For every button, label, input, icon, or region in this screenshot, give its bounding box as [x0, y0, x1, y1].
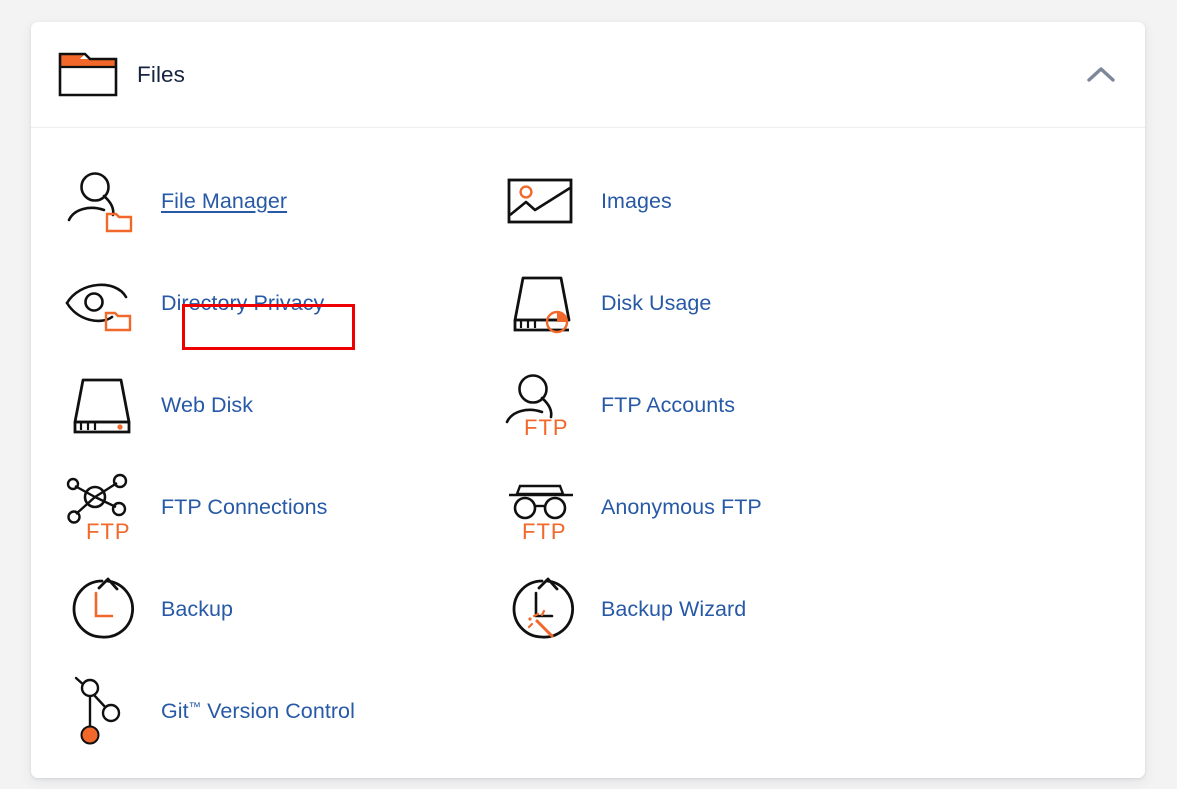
git-label-suffix: Version Control	[201, 698, 355, 723]
git-branch-icon	[74, 676, 121, 745]
files-panel-card: Files File Manager Images Directory Priv…	[31, 22, 1145, 778]
feature-link-file-manager[interactable]: File Manager	[64, 150, 504, 252]
disguise-ftp-icon: FTP	[509, 484, 573, 544]
feature-link-directory-privacy[interactable]: Directory Privacy	[64, 252, 504, 354]
feature-label: FTP Accounts	[601, 392, 736, 417]
feature-link-anonymous-ftp[interactable]: FTP Anonymous FTP	[504, 456, 944, 558]
folder-icon	[58, 52, 118, 96]
feature-link-ftp-connections[interactable]: FTP FTP Connections	[64, 456, 504, 558]
feature-link-images[interactable]: Images	[504, 150, 944, 252]
disk-pie-icon	[513, 276, 571, 334]
feature-label: Images	[601, 188, 672, 213]
feature-link-git-version-control[interactable]: Git™ Version Control	[64, 660, 504, 762]
feature-link-disk-usage[interactable]: Disk Usage	[504, 252, 944, 354]
network-ftp-icon: FTP	[66, 473, 131, 544]
git-label-prefix: Git	[161, 698, 189, 723]
feature-label: Git™ Version Control	[161, 699, 355, 724]
feature-label: Backup	[161, 596, 234, 621]
feature-label: FTP Connections	[161, 494, 328, 519]
files-panel-body: File Manager Images Directory Privacy Di…	[31, 128, 1145, 762]
trademark-symbol: ™	[188, 699, 202, 714]
feature-link-web-disk[interactable]: Web Disk	[64, 354, 504, 456]
feature-label: Backup Wizard	[601, 596, 747, 621]
user-folder-icon	[67, 172, 133, 233]
svg-text:FTP: FTP	[522, 519, 567, 544]
restore-wand-icon	[512, 577, 574, 639]
feature-link-ftp-accounts[interactable]: FTP FTP Accounts	[504, 354, 944, 456]
feature-label: Anonymous FTP	[601, 494, 762, 519]
feature-label: File Manager	[161, 188, 288, 213]
files-panel-header: Files	[31, 22, 1145, 128]
feature-link-backup-wizard[interactable]: Backup Wizard	[504, 558, 944, 660]
collapse-panel-button[interactable]	[1079, 58, 1123, 92]
restore-clock-icon	[72, 577, 134, 639]
feature-label: Disk Usage	[601, 290, 712, 315]
feature-label: Web Disk	[161, 392, 253, 417]
feature-link-backup[interactable]: Backup	[64, 558, 504, 660]
svg-text:FTP: FTP	[524, 415, 569, 440]
page-title: Files	[137, 61, 186, 87]
svg-text:FTP: FTP	[86, 519, 131, 544]
user-ftp-icon: FTP	[505, 374, 569, 440]
picture-icon	[507, 178, 573, 224]
feature-label: Directory Privacy	[161, 290, 325, 315]
eye-folder-icon	[65, 283, 132, 332]
disk-icon	[73, 378, 131, 434]
files-feature-grid: File Manager Images Directory Privacy Di…	[64, 150, 1145, 762]
chevron-up-icon	[1087, 67, 1115, 82]
